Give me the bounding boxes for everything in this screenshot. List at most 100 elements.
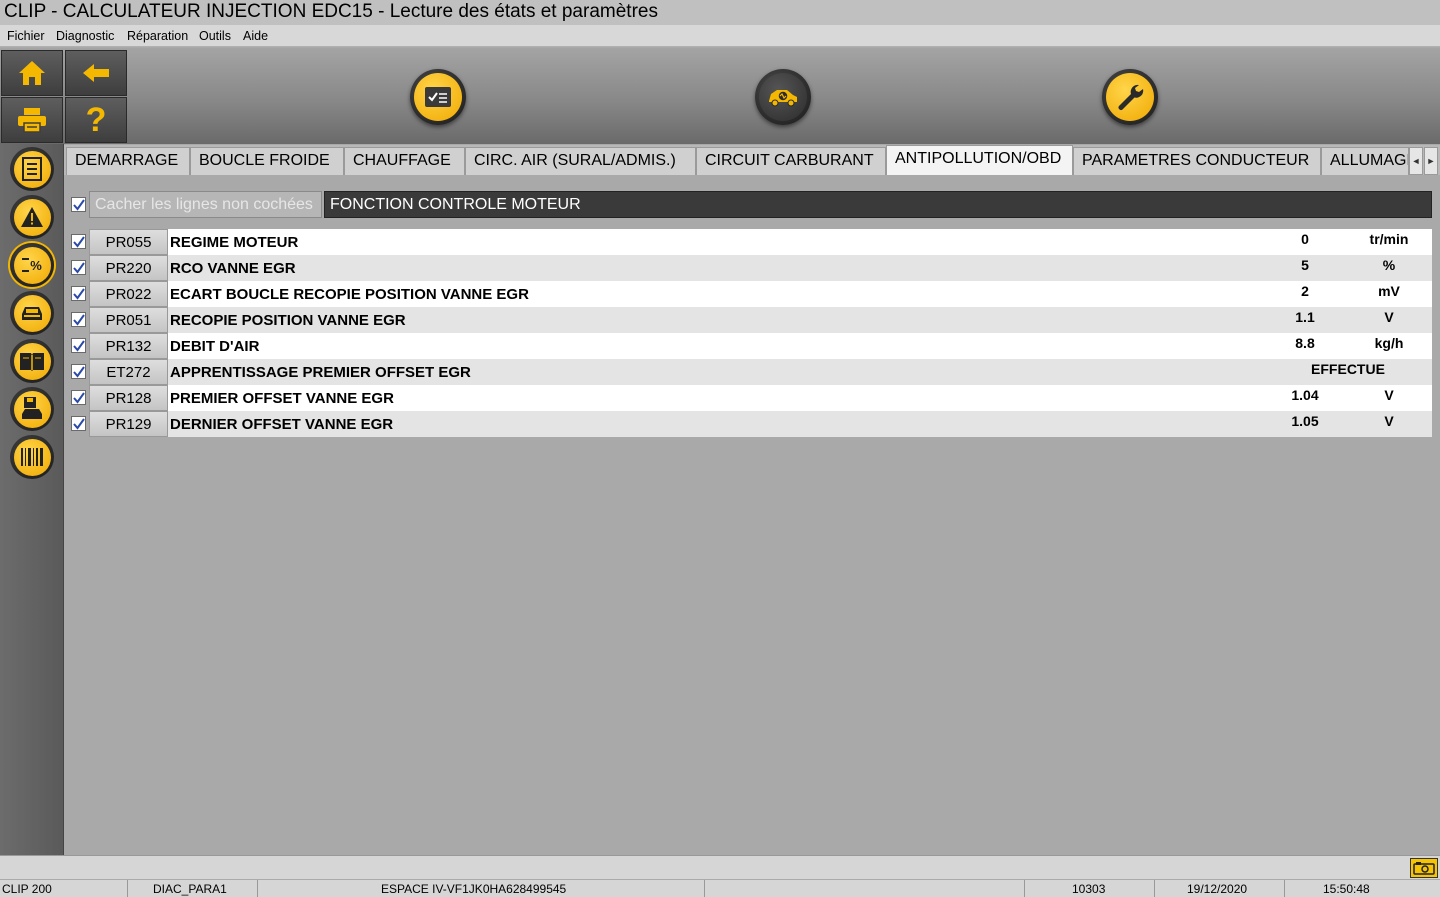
row-checkbox[interactable] xyxy=(71,364,86,379)
sidebar-item-save-vehicle[interactable] xyxy=(10,387,54,431)
check-icon xyxy=(72,417,85,430)
row-value: EFFECTUE xyxy=(1311,361,1385,377)
row-code-button[interactable]: PR132 xyxy=(89,333,168,359)
check-icon xyxy=(72,198,85,211)
row-checkbox[interactable] xyxy=(71,416,86,431)
tab-circ-air[interactable]: CIRC. AIR (SURAL/ADMIS.) xyxy=(465,147,696,175)
status-vehicle: ESPACE IV-VF1JK0HA628499545 xyxy=(258,880,705,897)
row-label: RCO VANNE EGR xyxy=(170,260,296,277)
parameters-panel: Cacher les lignes non cochées FONCTION C… xyxy=(64,175,1440,855)
row-unit: kg/h xyxy=(1374,335,1404,351)
screenshot-button[interactable] xyxy=(1410,858,1438,878)
row-label: REGIME MOTEUR xyxy=(170,234,299,251)
vehicle-icon xyxy=(22,307,42,320)
window-title: CLIP - CALCULATEUR INJECTION EDC15 - Lec… xyxy=(4,1,658,22)
parameters-percent-icon: % xyxy=(22,258,42,273)
tab-parametres-conducteur[interactable]: PARAMETRES CONDUCTEUR xyxy=(1073,147,1321,175)
table-row: PR129 DERNIER OFFSET VANNE EGR 1.05 V xyxy=(89,411,1432,437)
check-icon xyxy=(72,365,85,378)
row-unit: tr/min xyxy=(1369,231,1409,247)
menu-outils[interactable]: Outils xyxy=(199,29,231,43)
row-checkbox[interactable] xyxy=(71,390,86,405)
menu-aide[interactable]: Aide xyxy=(243,29,268,43)
tab-antipollution-obd[interactable]: ANTIPOLLUTION/OBD xyxy=(886,145,1073,175)
back-arrow-icon xyxy=(83,64,109,82)
row-code-button[interactable]: PR128 xyxy=(89,385,168,411)
title-bar: CLIP - CALCULATEUR INJECTION EDC15 - Lec… xyxy=(0,0,1440,25)
table-row: ET272 APPRENTISSAGE PREMIER OFFSET EGR EFF… xyxy=(89,359,1432,385)
sidebar-item-vehicle[interactable] xyxy=(10,291,54,335)
status-date: 19/12/2020 xyxy=(1155,880,1285,897)
table-row: PR051 RECOPIE POSITION VANNE EGR 1.1 V xyxy=(89,307,1432,333)
tab-circuit-carburant[interactable]: CIRCUIT CARBURANT xyxy=(696,147,886,175)
sidebar-item-faults[interactable] xyxy=(10,195,54,239)
tab-bar: DEMARRAGE BOUCLE FROIDE CHAUFFAGE CIRC. … xyxy=(64,145,1440,175)
tab-scroll-right[interactable]: ► xyxy=(1424,147,1438,175)
menu-reparation[interactable]: Réparation xyxy=(127,29,188,43)
menu-diagnostic[interactable]: Diagnostic xyxy=(56,29,114,43)
table-row: PR022 ECART BOUCLE RECOPIE POSITION VANNE… xyxy=(89,281,1432,307)
row-code-button[interactable]: PR022 xyxy=(89,281,168,307)
function-header: FONCTION CONTROLE MOTEUR xyxy=(324,191,1432,218)
top-toolbar: ? xyxy=(0,48,1440,144)
tab-boucle-froide[interactable]: BOUCLE FROIDE xyxy=(190,147,344,175)
row-checkbox[interactable] xyxy=(71,260,86,275)
home-icon xyxy=(19,61,45,85)
table-row: PR128 PREMIER OFFSET VANNE EGR 1.04 V xyxy=(89,385,1432,411)
sidebar-item-barcode[interactable] xyxy=(10,435,54,479)
row-label: APPRENTISSAGE PREMIER OFFSET EGR xyxy=(170,364,471,381)
print-button[interactable] xyxy=(1,97,63,143)
hide-unchecked-checkbox[interactable] xyxy=(71,197,86,212)
tab-allumage[interactable]: ALLUMAGE xyxy=(1321,147,1409,175)
row-label: DEBIT D'AIR xyxy=(170,338,260,355)
row-checkbox[interactable] xyxy=(71,312,86,327)
book-icon xyxy=(20,353,44,371)
check-icon xyxy=(72,261,85,274)
row-code-button[interactable]: PR055 xyxy=(89,229,168,255)
status-session: DIAC_PARA1 xyxy=(128,880,258,897)
row-label: RECOPIE POSITION VANNE EGR xyxy=(170,312,406,329)
checklist-button[interactable] xyxy=(410,69,466,125)
check-icon xyxy=(72,339,85,352)
row-label: ECART BOUCLE RECOPIE POSITION VANNE EGR xyxy=(170,286,529,303)
back-button[interactable] xyxy=(65,50,127,96)
wrench-icon xyxy=(1118,84,1144,110)
checklist-icon xyxy=(425,87,451,107)
table-row: PR220 RCO VANNE EGR 5% xyxy=(89,255,1432,281)
printer-icon xyxy=(18,108,46,133)
row-checkbox[interactable] xyxy=(71,338,86,353)
row-code-button[interactable]: PR129 xyxy=(89,411,168,437)
hide-unchecked-label[interactable]: Cacher les lignes non cochées xyxy=(89,191,322,218)
check-icon xyxy=(72,313,85,326)
save-vehicle-icon xyxy=(22,397,42,419)
row-checkbox[interactable] xyxy=(71,286,86,301)
check-icon xyxy=(72,287,85,300)
table-row: PR132 DEBIT D'AIR 8.8 kg/h xyxy=(89,333,1432,359)
row-code-button[interactable]: PR220 xyxy=(89,255,168,281)
tab-chauffage[interactable]: CHAUFFAGE xyxy=(344,147,465,175)
row-label: DERNIER OFFSET VANNE EGR xyxy=(170,416,394,433)
sidebar-item-parameters[interactable]: % xyxy=(10,243,54,287)
document-list-icon xyxy=(22,157,42,181)
repair-button[interactable] xyxy=(1102,69,1158,125)
camera-icon xyxy=(1413,862,1435,875)
table-row: PR055 REGIME MOTEUR 0 tr/min xyxy=(89,229,1432,255)
row-label: PREMIER OFFSET VANNE EGR xyxy=(170,390,394,407)
row-unit: V xyxy=(1384,413,1394,429)
sidebar-item-documentation[interactable] xyxy=(10,339,54,383)
menu-fichier[interactable]: Fichier xyxy=(7,29,45,43)
row-checkbox[interactable] xyxy=(71,234,86,249)
tab-scroll-left[interactable]: ◄ xyxy=(1409,147,1423,175)
row-code-button[interactable]: PR051 xyxy=(89,307,168,333)
sidebar-item-documents[interactable] xyxy=(10,147,54,191)
row-code-button[interactable]: ET272 xyxy=(89,359,168,385)
tab-demarrage[interactable]: DEMARRAGE xyxy=(66,147,190,175)
home-button[interactable] xyxy=(1,50,63,96)
menu-bar: Fichier Diagnostic Réparation Outils Aid… xyxy=(0,25,1440,47)
status-time: 15:50:48 xyxy=(1323,882,1370,896)
vehicle-diagnostic-button[interactable] xyxy=(755,69,811,125)
help-icon: ? xyxy=(85,100,107,139)
help-button[interactable]: ? xyxy=(65,97,127,143)
check-icon xyxy=(72,391,85,404)
row-unit: V xyxy=(1384,309,1394,325)
